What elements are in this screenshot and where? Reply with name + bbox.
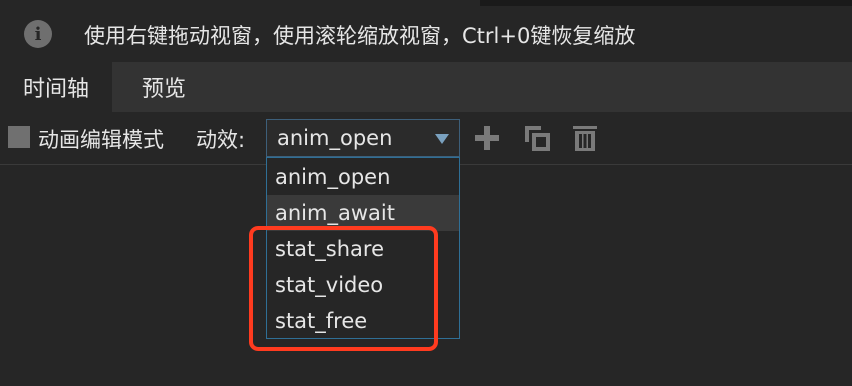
tab-bar: 时间轴 预览 <box>0 62 852 112</box>
anim-edit-mode-checkbox[interactable] <box>8 126 30 148</box>
effect-select[interactable]: anim_open <box>266 119 460 157</box>
dropdown-option-anim-open[interactable]: anim_open <box>267 159 459 195</box>
anim-edit-mode-label: 动画编辑模式 <box>38 128 164 152</box>
delete-icon[interactable] <box>571 124 599 152</box>
info-icon: i <box>24 20 52 48</box>
app-root: i 使用右键拖动视窗，使用滚轮缩放视窗，Ctrl+0键恢复缩放 时间轴 预览 动… <box>0 0 852 386</box>
duplicate-icon[interactable] <box>523 124 551 152</box>
chevron-down-icon <box>435 134 449 144</box>
effect-select-value: anim_open <box>277 126 393 150</box>
hint-bar: i 使用右键拖动视窗，使用滚轮缩放视窗，Ctrl+0键恢复缩放 <box>0 6 852 62</box>
tab-timeline[interactable]: 时间轴 <box>0 62 112 112</box>
hint-text: 使用右键拖动视窗，使用滚轮缩放视窗，Ctrl+0键恢复缩放 <box>84 24 636 48</box>
effect-label: 动效: <box>196 128 246 152</box>
add-icon[interactable] <box>473 124 501 152</box>
highlight-annotation <box>249 226 438 351</box>
tab-preview[interactable]: 预览 <box>112 62 216 112</box>
